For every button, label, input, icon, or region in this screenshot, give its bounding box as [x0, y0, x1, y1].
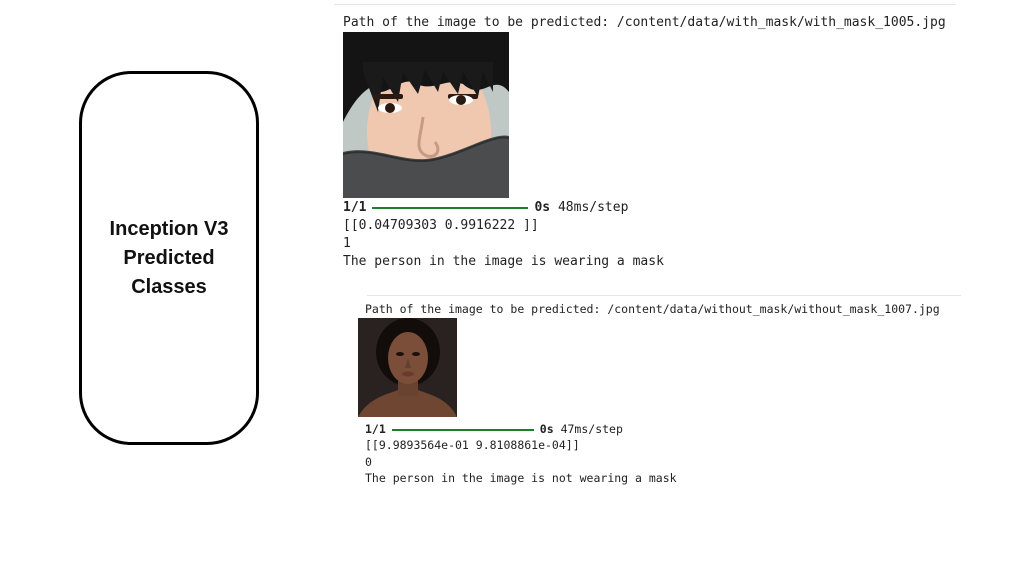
progress-count: 1/1 [343, 200, 367, 215]
progress-step: 47ms/step [560, 422, 623, 436]
model-label-line-3: Classes [131, 275, 207, 298]
output-separator-2 [367, 295, 961, 296]
predicted-image-masked-person [343, 32, 509, 198]
progress-line: 1/1 0s 47ms/step [365, 422, 623, 436]
probabilities-output: [[9.9893564e-01 9.8108861e-04]] [365, 438, 580, 452]
model-label-line-1: Inception V3 [109, 217, 229, 240]
progress-count: 1/1 [365, 422, 386, 436]
progress-bar [391, 428, 534, 431]
model-label-line-2: Predicted [123, 246, 215, 269]
progress-time: 0s [534, 200, 551, 215]
progress-step: 48ms/step [557, 200, 629, 215]
progress-line: 1/1 0s 48ms/step [343, 200, 628, 215]
predicted-image-unmasked-person [358, 318, 457, 417]
model-label-box: Inception V3 Predicted Classes [79, 71, 259, 445]
progress-bar [372, 206, 529, 209]
probabilities-output: [[0.04709303 0.9916222 ]] [343, 218, 539, 233]
progress-time: 0s [539, 422, 554, 436]
class-index-output: 1 [343, 236, 351, 251]
output-separator-1 [334, 4, 956, 5]
model-label: Inception V3 Predicted Classes [110, 215, 229, 302]
image-path-line: Path of the image to be predicted: /cont… [343, 15, 946, 30]
image-path-line: Path of the image to be predicted: /cont… [365, 302, 940, 316]
verdict-output: The person in the image is wearing a mas… [343, 254, 664, 269]
class-index-output: 0 [365, 455, 372, 469]
verdict-output: The person in the image is not wearing a… [365, 471, 677, 485]
